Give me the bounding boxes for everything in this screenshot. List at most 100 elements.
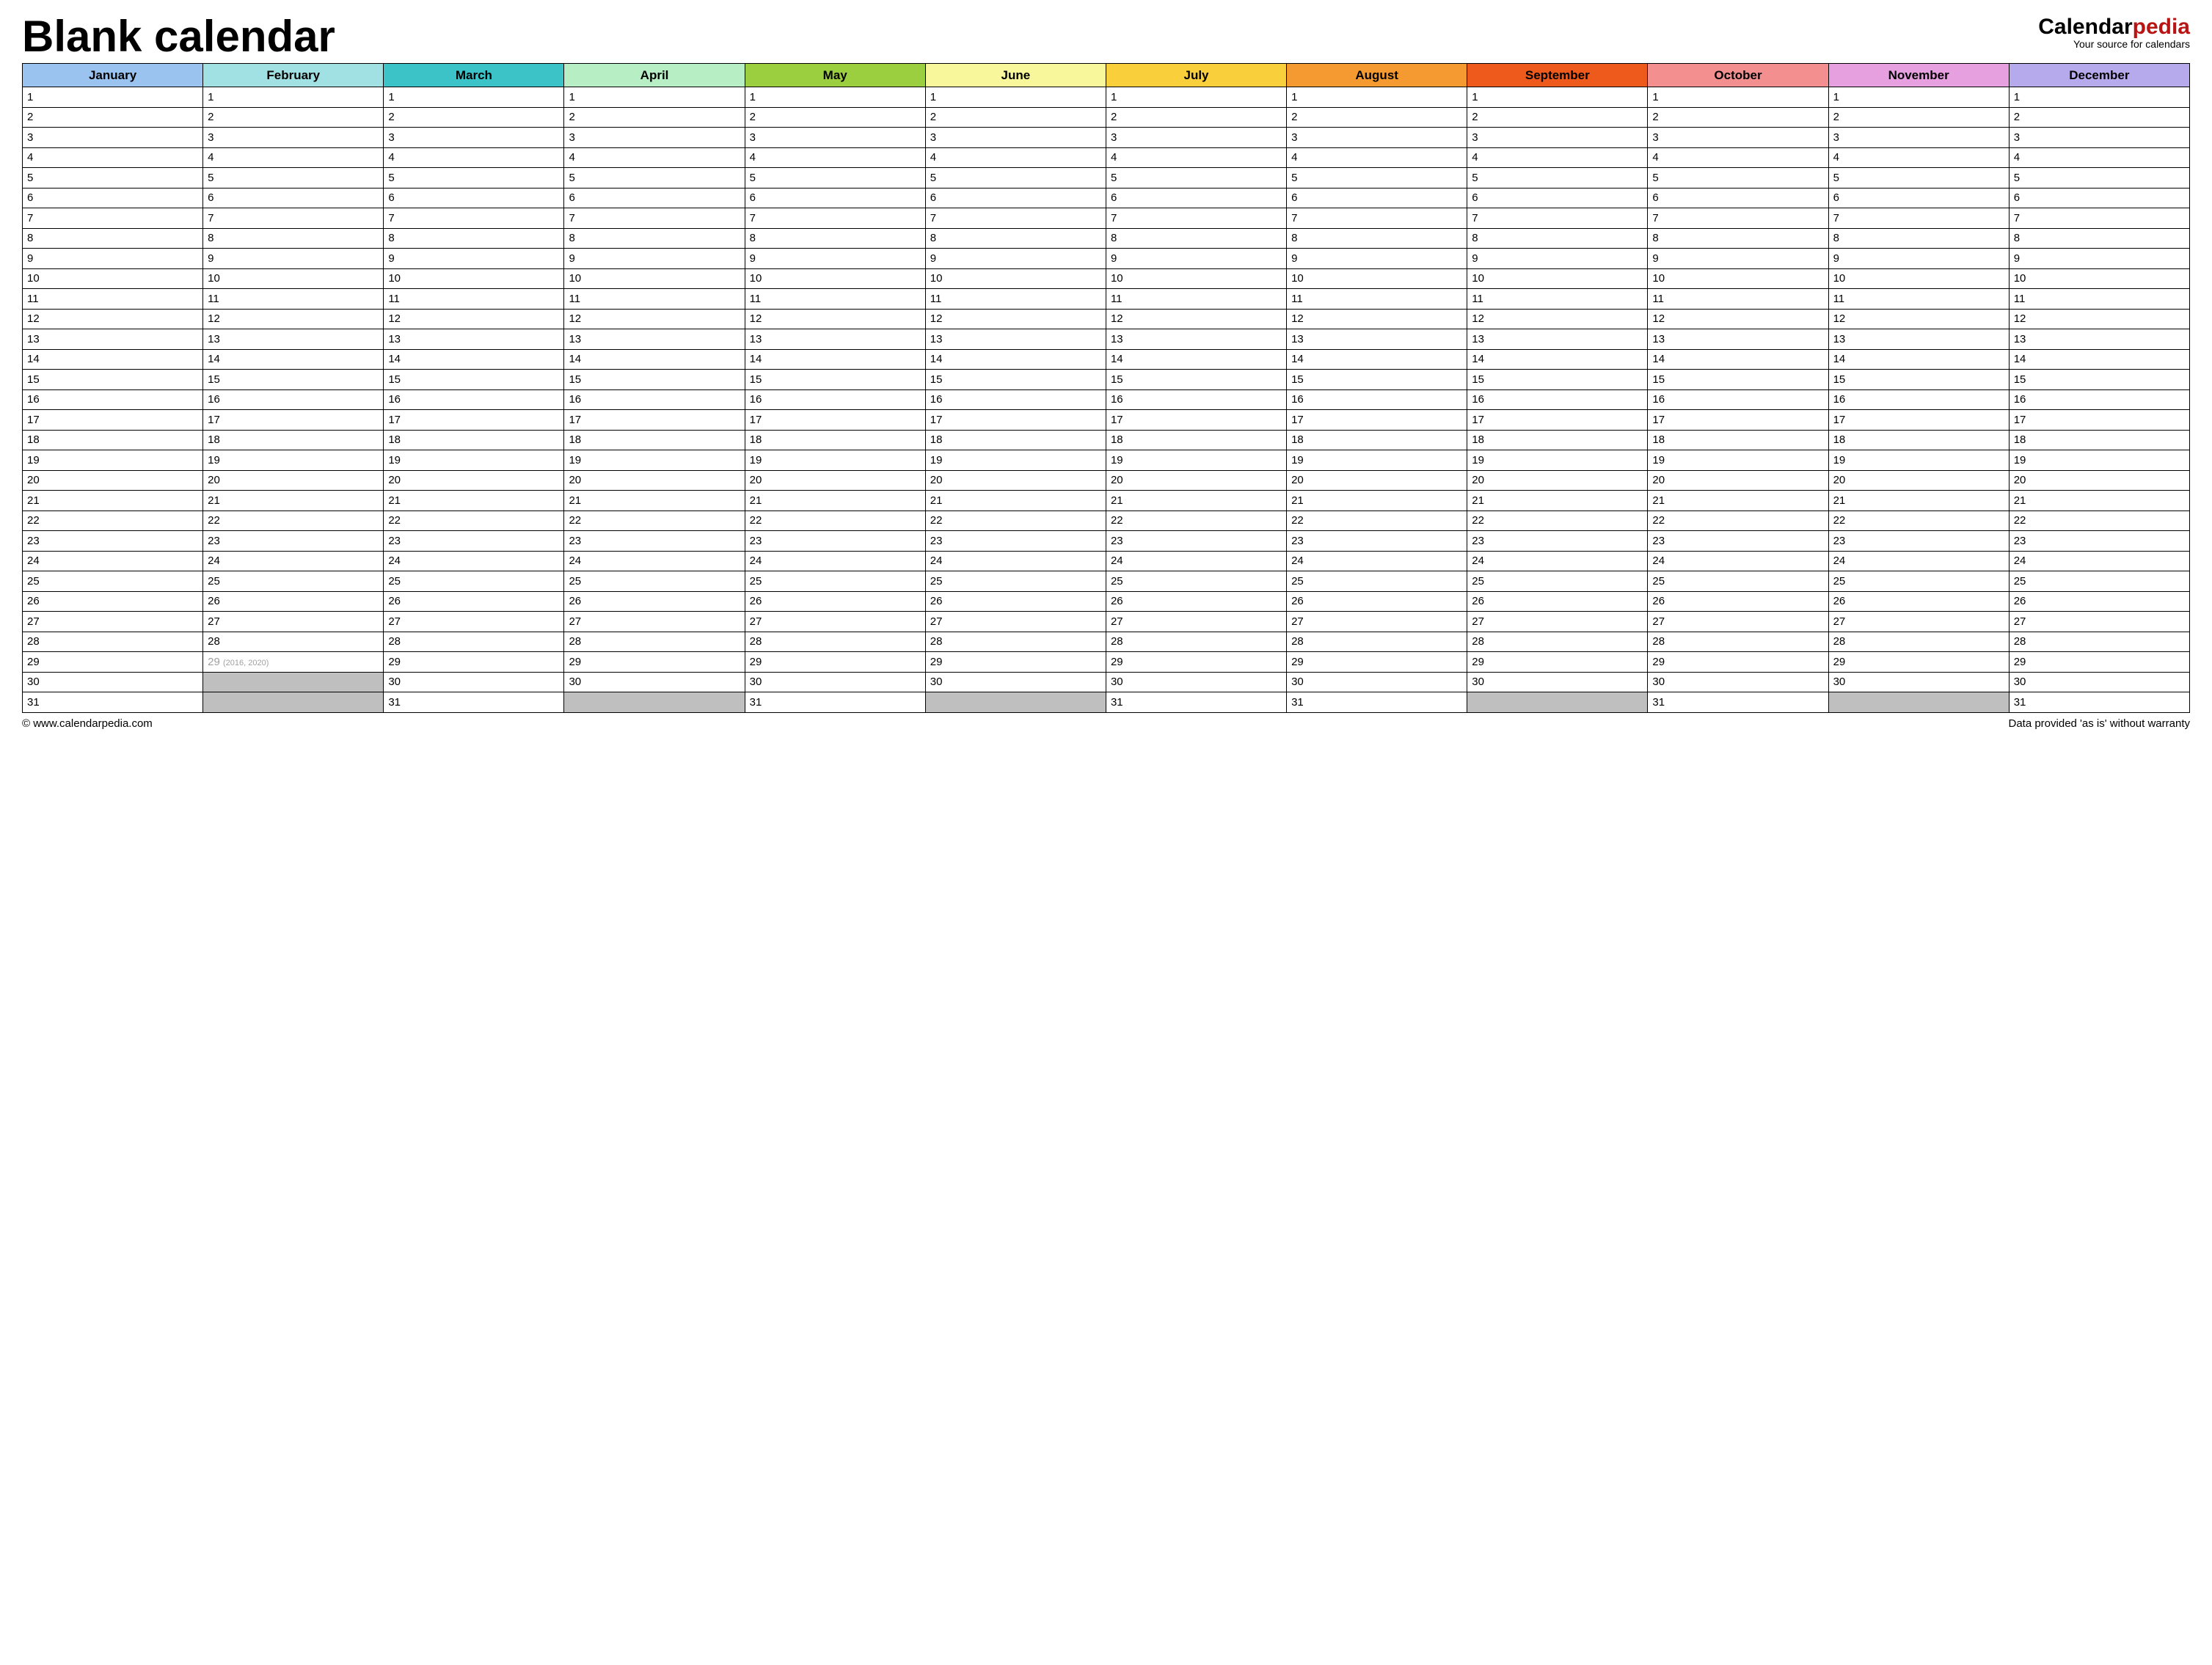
day-cell: 1 (564, 87, 745, 108)
day-cell: 7 (925, 208, 1106, 229)
day-cell: 3 (1287, 128, 1467, 148)
day-cell: 26 (1467, 591, 1648, 612)
day-cell: 26 (745, 591, 925, 612)
day-cell: 12 (384, 309, 564, 329)
day-cell: 11 (1467, 289, 1648, 310)
day-cell: 17 (1467, 410, 1648, 431)
day-cell: 9 (1106, 249, 1286, 269)
day-cell: 7 (745, 208, 925, 229)
day-cell: 16 (1828, 389, 2009, 410)
day-cell: 21 (925, 491, 1106, 511)
day-cell: 16 (23, 389, 203, 410)
day-cell: 4 (745, 147, 925, 168)
day-cell: 1 (23, 87, 203, 108)
day-cell: 28 (1467, 632, 1648, 652)
day-cell: 3 (23, 128, 203, 148)
table-row: 666666666666 (23, 188, 2190, 208)
day-cell: 15 (1106, 370, 1286, 390)
table-row: 191919191919191919191919 (23, 450, 2190, 471)
day-cell: 14 (1287, 349, 1467, 370)
day-cell: 28 (1648, 632, 1828, 652)
day-cell: 20 (384, 470, 564, 491)
day-cell: 18 (564, 430, 745, 450)
day-cell: 26 (1828, 591, 2009, 612)
day-cell: 15 (1828, 370, 2009, 390)
day-cell: 7 (564, 208, 745, 229)
day-cell: 13 (925, 329, 1106, 350)
header: Blank calendar Calendarpedia Your source… (22, 15, 2190, 59)
day-cell: 30 (1828, 672, 2009, 692)
table-row: 252525252525252525252525 (23, 571, 2190, 592)
day-cell: 8 (564, 228, 745, 249)
day-cell: 17 (203, 410, 384, 431)
day-cell: 11 (1648, 289, 1828, 310)
day-cell: 1 (2009, 87, 2189, 108)
day-cell (203, 672, 384, 692)
day-cell: 14 (2009, 349, 2189, 370)
table-row: 999999999999 (23, 249, 2190, 269)
day-cell: 24 (1106, 551, 1286, 571)
day-cell: 3 (384, 128, 564, 148)
day-cell: 25 (2009, 571, 2189, 592)
day-cell: 6 (1828, 188, 2009, 208)
day-cell: 29 (1287, 652, 1467, 673)
footer-disclaimer: Data provided 'as is' without warranty (2008, 717, 2190, 730)
day-cell (925, 692, 1106, 713)
day-cell: 21 (1648, 491, 1828, 511)
day-cell: 15 (1648, 370, 1828, 390)
day-cell: 14 (1648, 349, 1828, 370)
day-cell: 23 (2009, 531, 2189, 552)
day-cell: 24 (925, 551, 1106, 571)
day-cell: 10 (1648, 268, 1828, 289)
day-cell: 7 (1648, 208, 1828, 229)
table-row: 777777777777 (23, 208, 2190, 229)
month-header: February (203, 64, 384, 87)
table-row: 161616161616161616161616 (23, 389, 2190, 410)
day-cell: 14 (1467, 349, 1648, 370)
day-cell: 25 (23, 571, 203, 592)
day-cell: 12 (1828, 309, 2009, 329)
brand-tagline: Your source for calendars (2038, 39, 2190, 50)
month-header: May (745, 64, 925, 87)
day-cell: 15 (925, 370, 1106, 390)
day-cell: 28 (384, 632, 564, 652)
day-cell: 17 (23, 410, 203, 431)
day-cell: 3 (564, 128, 745, 148)
day-cell: 25 (1828, 571, 2009, 592)
day-cell: 5 (1648, 168, 1828, 189)
brand-prefix: Calendar (2038, 15, 2132, 39)
day-cell: 9 (925, 249, 1106, 269)
day-cell: 23 (384, 531, 564, 552)
day-cell: 21 (384, 491, 564, 511)
day-cell: 29 (23, 652, 203, 673)
day-cell: 19 (203, 450, 384, 471)
day-cell: 5 (23, 168, 203, 189)
day-cell: 10 (564, 268, 745, 289)
day-cell: 25 (384, 571, 564, 592)
day-cell: 11 (23, 289, 203, 310)
day-cell: 1 (1467, 87, 1648, 108)
day-cell: 5 (1467, 168, 1648, 189)
day-cell: 12 (2009, 309, 2189, 329)
brand-name: Calendarpedia (2038, 15, 2190, 39)
day-cell: 27 (203, 612, 384, 632)
calendar-body: 1111111111112222222222223333333333334444… (23, 87, 2190, 713)
day-cell: 26 (564, 591, 745, 612)
day-cell: 23 (1648, 531, 1828, 552)
day-cell: 15 (1287, 370, 1467, 390)
day-cell: 24 (1467, 551, 1648, 571)
day-cell: 18 (1467, 430, 1648, 450)
day-cell: 17 (2009, 410, 2189, 431)
day-cell: 20 (203, 470, 384, 491)
day-cell: 13 (203, 329, 384, 350)
table-row: 888888888888 (23, 228, 2190, 249)
day-cell: 23 (564, 531, 745, 552)
day-cell: 15 (1467, 370, 1648, 390)
day-cell: 9 (23, 249, 203, 269)
day-cell: 10 (23, 268, 203, 289)
day-cell: 9 (384, 249, 564, 269)
day-cell: 30 (1106, 672, 1286, 692)
day-cell: 31 (745, 692, 925, 713)
day-cell: 13 (1287, 329, 1467, 350)
day-cell: 20 (1106, 470, 1286, 491)
